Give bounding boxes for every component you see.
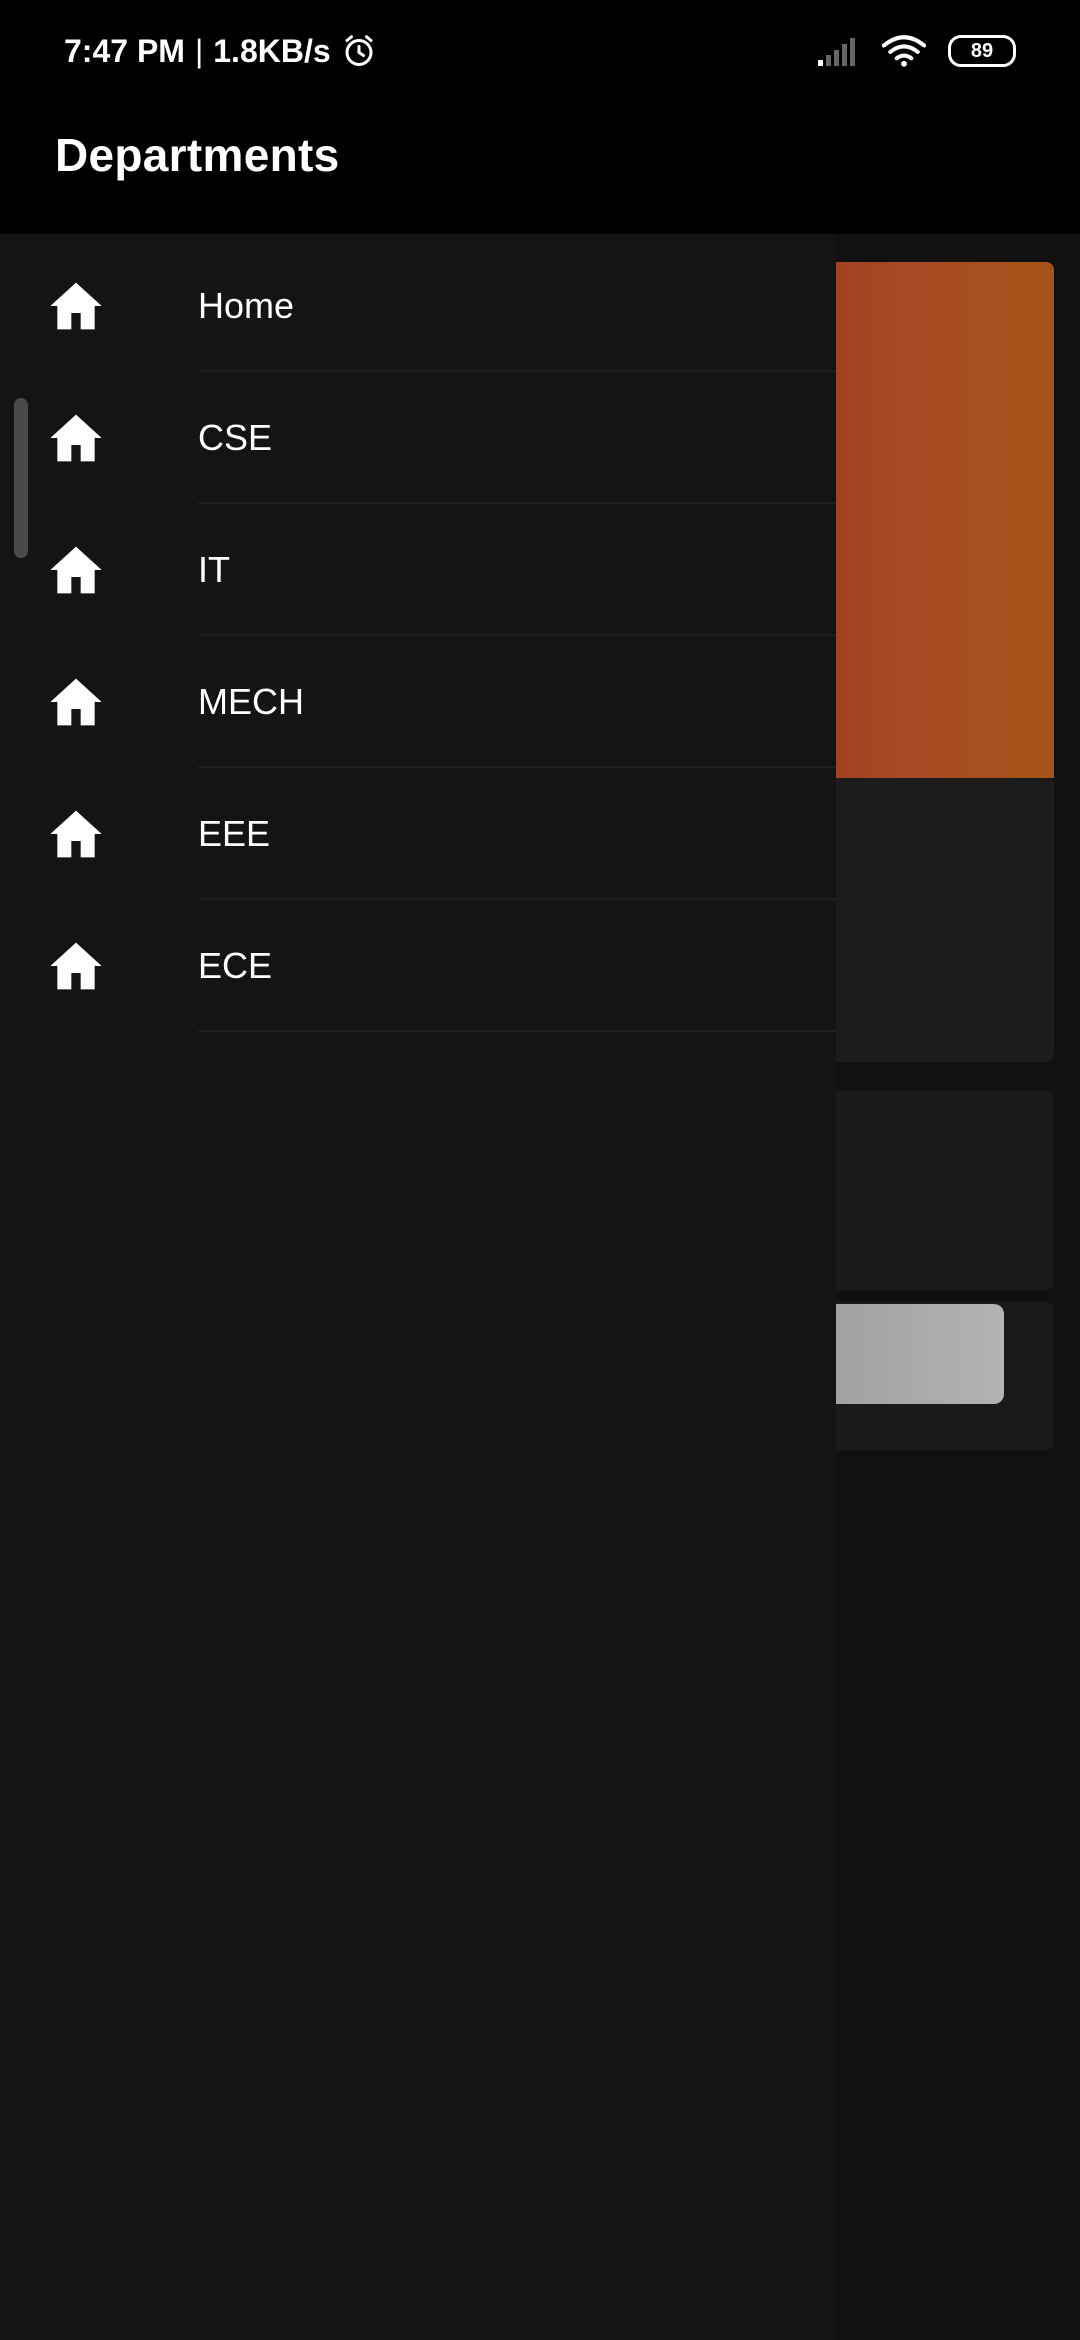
status-separator: | xyxy=(194,32,204,69)
home-icon xyxy=(48,278,104,334)
drawer-item-mech[interactable]: MECH xyxy=(0,636,836,768)
home-icon xyxy=(48,806,104,862)
network-speed: 1.8KB/s xyxy=(213,32,331,69)
drawer-item-home[interactable]: Home xyxy=(0,240,836,372)
wifi-icon xyxy=(882,34,926,68)
hero-image xyxy=(800,262,1054,778)
drawer-item-eee[interactable]: EEE xyxy=(0,768,836,900)
home-icon xyxy=(48,938,104,994)
drawer-item-label: IT xyxy=(198,549,230,590)
battery-icon: 89 xyxy=(948,35,1016,67)
home-icon xyxy=(48,410,104,466)
home-icon xyxy=(48,674,104,730)
status-right: 89 xyxy=(816,26,1016,76)
battery-level: 89 xyxy=(970,39,994,62)
drawer-item-ece[interactable]: ECE xyxy=(0,900,836,1032)
screen: 7:47 PM | 1.8KB/s 89 Departments Home CS… xyxy=(0,0,1080,2340)
status-time: 7:47 PM xyxy=(64,32,185,69)
drawer-item-label: ECE xyxy=(198,945,273,986)
status-left: 7:47 PM | 1.8KB/s xyxy=(64,26,377,76)
app-bar: Departments xyxy=(0,100,1080,234)
status-bar: 7:47 PM | 1.8KB/s 89 xyxy=(0,0,1080,100)
navigation-drawer: Home CSE IT MECH EEE ECE xyxy=(0,234,836,2340)
page-title: Departments xyxy=(55,129,340,181)
home-icon xyxy=(48,542,104,598)
hero-card[interactable] xyxy=(800,262,1054,1062)
drawer-item-label: MECH xyxy=(198,681,304,722)
alarm-icon xyxy=(341,33,377,69)
drawer-item-it[interactable]: IT xyxy=(0,504,836,636)
divider xyxy=(198,1030,836,1032)
drawer-item-label: CSE xyxy=(198,417,273,458)
drawer-item-label: EEE xyxy=(198,813,271,854)
content-card[interactable] xyxy=(800,1090,1054,1290)
drawer-item-label: Home xyxy=(198,285,295,326)
signal-icon xyxy=(816,36,860,66)
drawer-item-cse[interactable]: CSE xyxy=(0,372,836,504)
